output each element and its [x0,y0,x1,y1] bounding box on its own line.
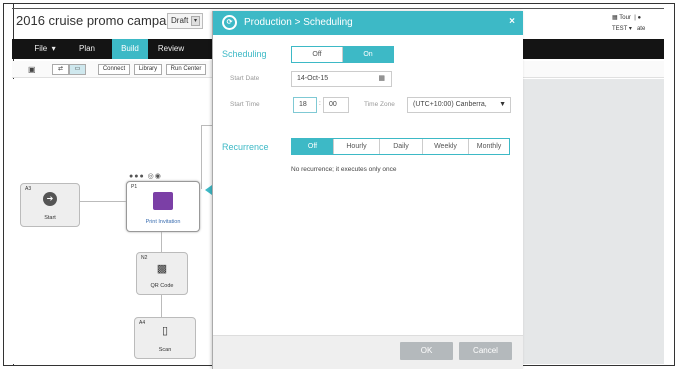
tour-link[interactable]: ▦ Tour | ● [612,14,645,21]
help-icon[interactable]: ● [637,15,641,21]
recurrence-label: Recurrence [222,142,269,152]
nav-file[interactable]: File ▾ [26,39,64,59]
start-time-minute-field[interactable]: 00 [323,97,349,113]
time-zone-value: (UTC+10:00) Canberra, [413,101,487,108]
connector-line [201,125,202,189]
user-name: TEST [612,26,628,32]
node-id: A3 [25,186,32,192]
scheduling-label: Scheduling [222,49,267,59]
recurrence-monthly-option[interactable]: Monthly [469,139,509,154]
time-zone-label: Time Zone [364,101,395,108]
workflow-node-start[interactable]: A3 ➔ Start [20,183,80,227]
workflow-node-print-invitation[interactable]: P1 Print Invitation [126,181,200,232]
dialog-footer: OK Cancel [213,335,523,369]
time-zone-select[interactable]: (UTC+10:00) Canberra, ▼ [407,97,511,113]
scan-phone-icon: ▯ [161,325,169,337]
campaign-title: 2016 cruise promo campaign [16,13,184,28]
view-toggle-icon[interactable]: ⇄ [52,64,69,75]
node-label: Print Invitation [145,219,181,225]
ok-button[interactable]: OK [400,342,453,360]
chevron-down-icon: ▾ [628,26,632,32]
recurrence-toggle[interactable]: Off Hourly Daily Weekly Monthly [291,138,510,155]
node-label: QR Code [150,283,174,289]
connector-line [201,125,212,126]
app-logo-icon: ⟳ [222,15,237,30]
run-center-button[interactable]: Run Center [166,64,206,75]
top-divider [12,8,664,9]
calendar-icon[interactable]: ▦ [378,72,385,86]
recurrence-weekly-option[interactable]: Weekly [423,139,469,154]
scheduling-on-option[interactable]: On [343,47,393,62]
node-id: N2 [141,255,148,261]
tour-label: Tour [619,15,631,21]
start-date-field[interactable]: 14-Oct-15 ▦ [291,71,392,87]
connector-line [161,232,162,252]
node-id: P1 [131,184,138,190]
node-action-icons[interactable]: ●●● ◎◉ [129,172,162,180]
recurrence-note: No recurrence; it executes only once [291,166,397,173]
cancel-button[interactable]: Cancel [459,342,512,360]
node-label: Scan [158,347,172,353]
workflow-node-qr-code[interactable]: N2 ▩ QR Code [136,252,188,295]
save-icon[interactable]: ▣ [28,64,36,75]
nav-file-label: File [34,44,48,53]
user-menu[interactable]: TEST ▾ ate [612,25,645,32]
time-separator: : [319,100,321,107]
nav-review[interactable]: Review [152,39,190,59]
recurrence-daily-option[interactable]: Daily [380,139,423,154]
scheduling-off-option[interactable]: Off [292,47,343,62]
chevron-down-icon: ▼ [499,101,506,108]
arrow-right-icon: ➔ [43,192,57,206]
node-id: A4 [139,320,146,326]
library-button[interactable]: Library [134,64,162,75]
tour-icon: ▦ [612,15,618,21]
dialog-title: Production > Scheduling [244,17,353,28]
right-canvas-area [523,79,664,364]
start-date-label: Start Date [230,75,260,82]
qr-code-icon: ▩ [156,263,168,275]
connector-line [161,295,162,317]
start-date-value: 14-Oct-15 [297,75,329,82]
truncated-label: ate [636,26,646,32]
scheduling-toggle[interactable]: Off On [291,46,394,63]
connect-button[interactable]: Connect [98,64,130,75]
close-icon[interactable]: × [509,16,515,27]
status-select[interactable]: Draft ▾ [167,13,203,29]
start-time-label: Start Time [230,101,260,108]
print-icon [153,192,173,210]
layout-icon[interactable]: ▭ [69,64,86,75]
nav-build[interactable]: Build [112,39,148,59]
scheduling-dialog: ⟳ Production > Scheduling × Scheduling O… [212,11,523,369]
connector-line [79,201,126,202]
node-label: Start [44,215,56,221]
user-area: ▦ Tour | ● TEST ▾ ate [612,14,645,36]
workflow-canvas[interactable]: A3 ➔ Start P1 Print Invitation ●●● ◎◉ N2… [12,79,212,364]
status-select-value: Draft [171,16,189,25]
collapse-arrow-icon[interactable] [205,185,212,195]
workflow-node-scan[interactable]: A4 ▯ Scan [134,317,196,359]
nav-plan[interactable]: Plan [70,39,104,59]
start-time-hour-field[interactable]: 18 [293,97,317,113]
chevron-down-icon: ▾ [191,16,200,26]
recurrence-off-option[interactable]: Off [292,139,334,154]
chevron-down-icon: ▾ [51,44,56,53]
recurrence-hourly-option[interactable]: Hourly [334,139,380,154]
dialog-header: ⟳ Production > Scheduling × [213,11,523,35]
